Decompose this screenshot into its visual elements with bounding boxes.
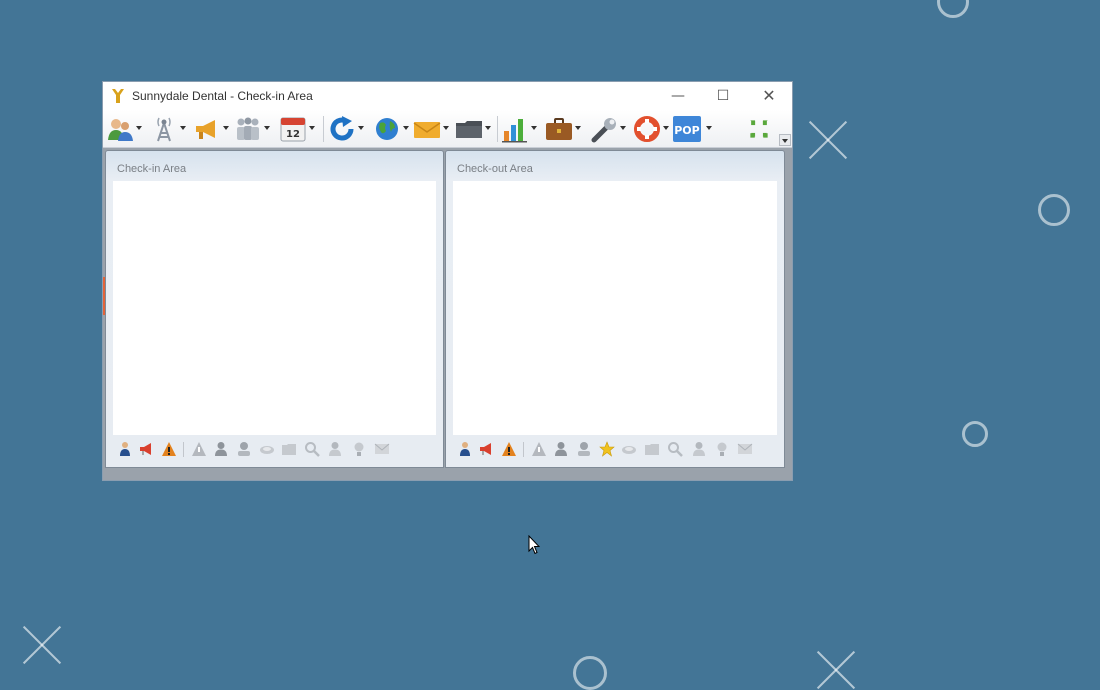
dentures-icon[interactable]	[621, 441, 637, 457]
search-icon[interactable]	[667, 441, 683, 457]
wrench-icon	[591, 118, 616, 143]
actions-separator	[523, 442, 524, 457]
checkout-actions	[453, 439, 777, 461]
office-button[interactable]	[545, 115, 585, 143]
broadcast-tower-icon	[157, 117, 171, 142]
close-button[interactable]: ✕	[746, 82, 792, 110]
search-icon[interactable]	[304, 441, 320, 457]
svg-text:POP: POP	[674, 124, 699, 137]
web-button[interactable]	[373, 115, 411, 143]
checkin-actions	[113, 439, 436, 461]
svg-text:12: 12	[286, 129, 300, 140]
megaphone-icon[interactable]	[479, 441, 495, 457]
minimize-button[interactable]: —	[655, 82, 701, 110]
person-icon[interactable]	[213, 441, 229, 457]
dentures-icon[interactable]	[259, 441, 275, 457]
decor-cross	[808, 120, 848, 160]
lightbulb-icon[interactable]	[351, 441, 367, 457]
insurance-icon[interactable]	[236, 441, 252, 457]
reports-button[interactable]	[501, 115, 541, 143]
pop-icon: POP	[673, 116, 701, 142]
folder-icon[interactable]	[281, 441, 297, 457]
actions-separator	[183, 442, 184, 457]
lifebuoy-icon	[634, 116, 660, 142]
envelope-icon	[413, 122, 441, 138]
patient-icon[interactable]	[117, 441, 133, 457]
decor-cross	[22, 625, 62, 665]
people-group-icon	[237, 117, 259, 140]
warning-icon[interactable]	[161, 441, 177, 457]
checkout-panel: Check-out Area	[445, 150, 785, 468]
decor-cross	[816, 650, 856, 690]
alert-icon[interactable]	[531, 441, 547, 457]
calendar-icon: 12	[280, 117, 306, 142]
mail-icon[interactable]	[737, 441, 753, 457]
alert-icon[interactable]	[191, 441, 207, 457]
megaphone-icon	[196, 120, 215, 139]
workspace: Check-in Area Check-out Area	[103, 148, 792, 480]
toolbar-separator	[497, 116, 498, 142]
folder-icon[interactable]	[644, 441, 660, 457]
toolbar-overflow-button[interactable]	[779, 134, 791, 146]
decor-circle	[937, 0, 969, 18]
patients-button[interactable]	[106, 115, 144, 143]
decor-circle	[962, 421, 988, 447]
briefcase-icon	[546, 118, 572, 140]
refresh-icon	[330, 116, 354, 141]
staff-button[interactable]	[234, 115, 274, 143]
arrange-button[interactable]	[748, 115, 772, 143]
checkout-panel-title: Check-out Area	[457, 163, 533, 175]
tools-button[interactable]	[590, 115, 628, 143]
globe-icon	[376, 118, 398, 140]
maximize-button[interactable]: ☐	[700, 82, 746, 110]
insurance-icon[interactable]	[576, 441, 592, 457]
schedule-button[interactable]: 12	[279, 115, 319, 143]
announcements-button[interactable]	[193, 115, 231, 143]
checkin-list[interactable]	[113, 181, 436, 435]
checkin-panel-title: Check-in Area	[117, 163, 187, 175]
help-button[interactable]	[633, 115, 671, 143]
mouse-cursor-icon	[528, 535, 540, 555]
person-icon[interactable]	[553, 441, 569, 457]
warning-icon[interactable]	[501, 441, 517, 457]
messages-button[interactable]	[413, 115, 453, 143]
doctor-icon[interactable]	[691, 441, 707, 457]
patients-icon	[108, 119, 133, 141]
tooth-logo-icon	[112, 89, 124, 103]
app-window: Sunnydale Dental - Check-in Area — ☐ ✕ 1…	[103, 82, 792, 480]
refresh-button[interactable]	[328, 115, 368, 143]
bar-chart-icon	[502, 119, 527, 143]
broadcast-button[interactable]	[150, 115, 188, 143]
checkout-list[interactable]	[453, 181, 777, 435]
title-bar[interactable]: Sunnydale Dental - Check-in Area — ☐ ✕	[103, 82, 792, 110]
main-toolbar: 12 POP	[103, 110, 792, 148]
window-title: Sunnydale Dental - Check-in Area	[132, 89, 313, 103]
doctor-icon[interactable]	[327, 441, 343, 457]
mail-icon[interactable]	[374, 441, 390, 457]
folder-icon	[456, 121, 482, 138]
checkin-panel: Check-in Area	[105, 150, 444, 468]
pop-button[interactable]: POP	[673, 115, 715, 143]
documents-button[interactable]	[455, 115, 495, 143]
toolbar-separator	[323, 116, 324, 142]
lightbulb-icon[interactable]	[714, 441, 730, 457]
star-icon[interactable]	[599, 441, 615, 457]
megaphone-icon[interactable]	[139, 441, 155, 457]
decor-circle	[573, 656, 607, 690]
decor-circle	[1038, 194, 1070, 226]
arrange-icon	[750, 120, 768, 138]
patient-icon[interactable]	[457, 441, 473, 457]
